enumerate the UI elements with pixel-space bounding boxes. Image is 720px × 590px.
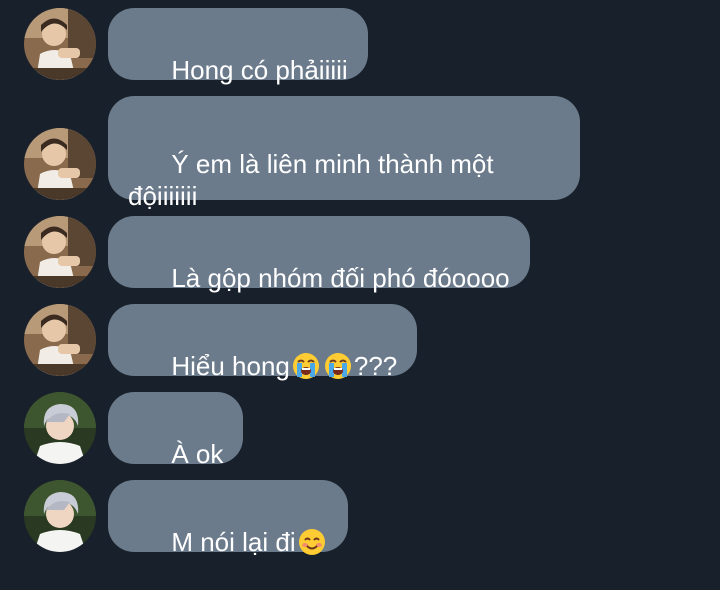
message-row: Hong có phảiiiii xyxy=(0,8,720,85)
avatar-photo-b xyxy=(24,392,96,464)
message-bubble[interactable]: Là gộp nhóm đối phó đóoooo xyxy=(108,216,530,293)
message-row: Là gộp nhóm đối phó đóoooo xyxy=(0,216,720,293)
avatar[interactable] xyxy=(24,8,96,80)
avatar[interactable] xyxy=(24,480,96,552)
message-text: Hong có phảiiiii xyxy=(171,55,348,85)
avatar[interactable] xyxy=(24,304,96,376)
avatar[interactable] xyxy=(24,128,96,200)
smiling-face-icon xyxy=(298,529,325,555)
message-bubble[interactable]: Hong có phảiiiii xyxy=(108,8,368,85)
loudly-crying-face-icon xyxy=(324,353,351,379)
message-text-suffix: ??? xyxy=(353,351,398,381)
message-row: M nói lại đi xyxy=(0,480,720,557)
message-text: À ok xyxy=(171,439,224,469)
avatar-photo-a xyxy=(24,8,96,80)
message-bubble[interactable]: À ok xyxy=(108,392,244,469)
message-text: M nói lại đi xyxy=(171,527,296,557)
avatar-photo-b xyxy=(24,480,96,552)
message-row: Ý em là liên minh thành một độiiiiiii xyxy=(0,96,720,211)
message-text: Ý em là liên minh thành một độiiiiiii xyxy=(128,149,501,211)
avatar-photo-a xyxy=(24,304,96,376)
avatar-photo-a xyxy=(24,128,96,200)
message-text: Là gộp nhóm đối phó đóoooo xyxy=(171,263,510,293)
message-bubble[interactable]: M nói lại đi xyxy=(108,480,348,557)
chat-thread: Hong có phảiiiii Ý em là liên minh thành… xyxy=(0,0,720,563)
message-row: Hiểu hong ??? xyxy=(0,304,720,381)
avatar-photo-a xyxy=(24,216,96,288)
message-bubble[interactable]: Ý em là liên minh thành một độiiiiiii xyxy=(108,96,580,211)
message-row: À ok xyxy=(0,392,720,469)
avatar[interactable] xyxy=(24,216,96,288)
message-bubble[interactable]: Hiểu hong ??? xyxy=(108,304,418,381)
message-text: Hiểu hong xyxy=(171,351,290,381)
avatar[interactable] xyxy=(24,392,96,464)
loudly-crying-face-icon xyxy=(292,353,319,379)
